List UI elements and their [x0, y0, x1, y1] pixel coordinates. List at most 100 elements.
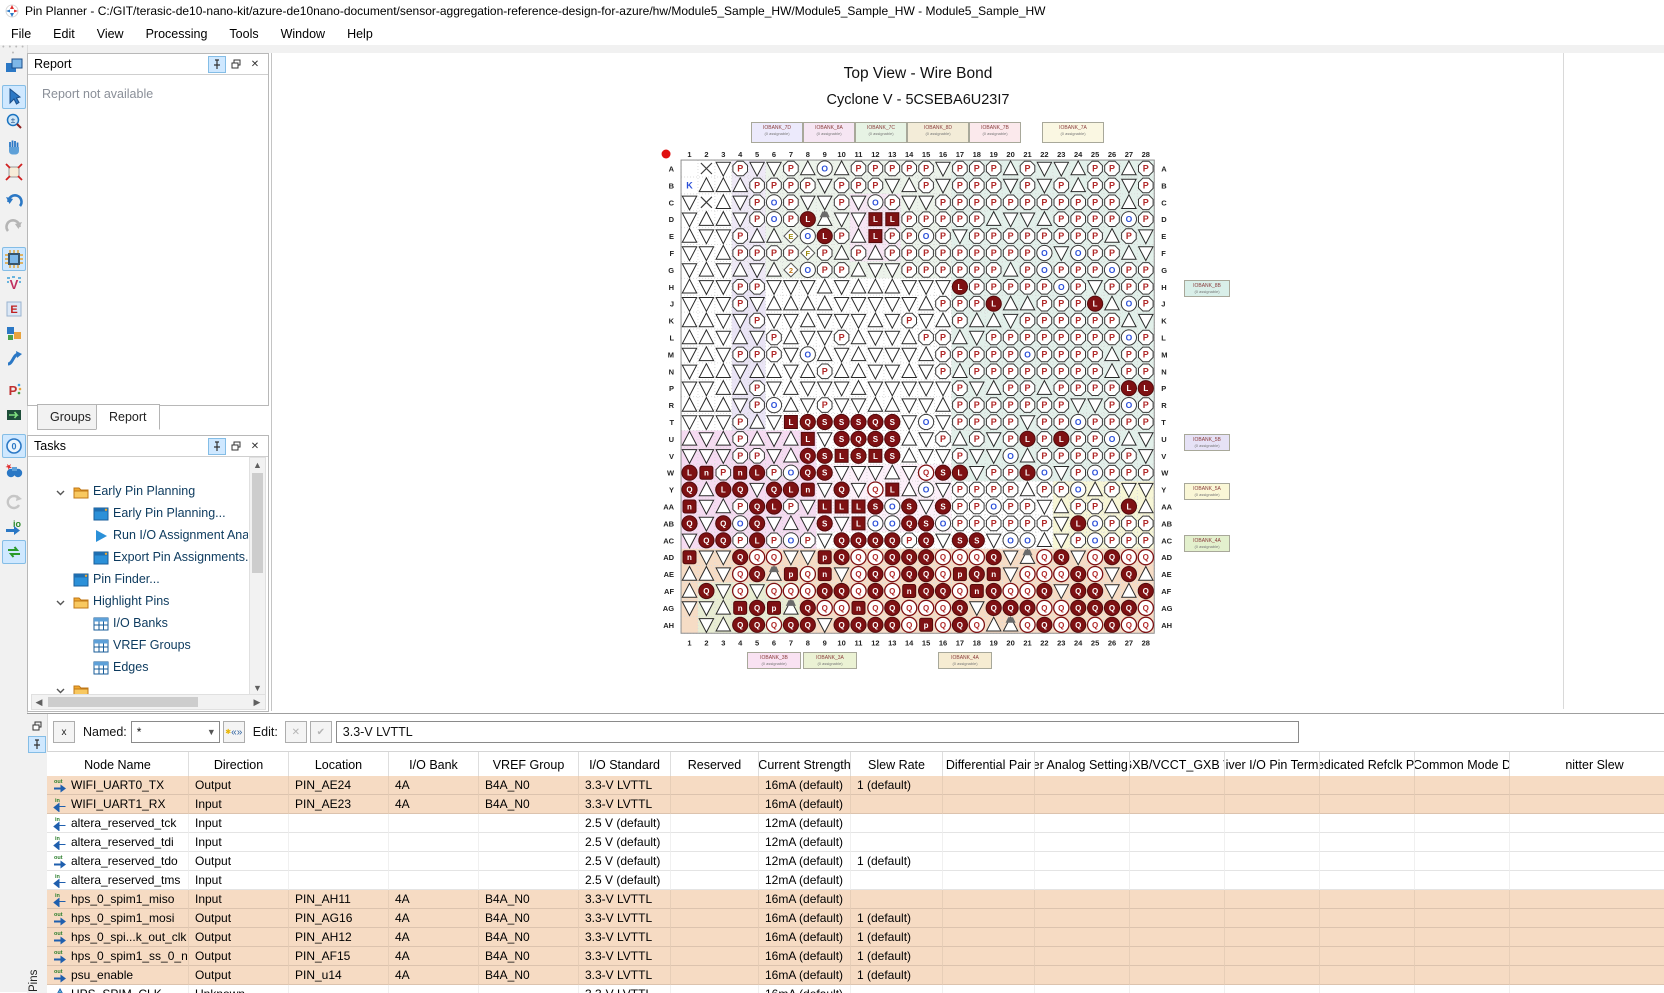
pin-icon[interactable]	[28, 736, 46, 753]
svg-text:P: P	[1075, 366, 1081, 376]
float-icon[interactable]	[28, 717, 46, 734]
task-item-vref-groups[interactable]: VREF Groups	[28, 635, 248, 657]
svg-text:AD: AD	[1161, 553, 1172, 562]
pin-row-hps-0-spim1-mosi[interactable]: outhps_0_spim1_mosiOutputPIN_AG164AB4A_N…	[47, 909, 1664, 928]
menu-help[interactable]: Help	[336, 24, 384, 44]
float-icon[interactable]	[227, 438, 245, 455]
close-icon[interactable]: x	[53, 721, 75, 743]
svg-text:P: P	[991, 468, 997, 478]
menu-tools[interactable]: Tools	[218, 24, 269, 44]
column-header-edicated-refclk-pi[interactable]: edicated Refclk Pi	[1320, 752, 1415, 777]
close-icon[interactable]: ✕	[246, 438, 264, 455]
refresh-icon[interactable]	[2, 490, 26, 514]
cell	[1415, 852, 1510, 871]
chevron-down-icon[interactable]	[56, 598, 65, 607]
pin-row-hps-0-spi-k-out-clk[interactable]: outhps_0_spi...k_out_clkOutputPIN_AH124A…	[47, 928, 1664, 947]
column-header-current-strength[interactable]: Current Strength	[759, 752, 851, 777]
task-item-pin-finder[interactable]: Pin Finder...	[28, 569, 248, 591]
undo-icon[interactable]	[2, 191, 26, 215]
svg-text:P: P	[1126, 282, 1132, 292]
node-finder-button[interactable]: ✱«»	[223, 721, 245, 743]
column-header-i-o-bank[interactable]: I/O Bank	[389, 752, 479, 777]
pin-row-altera-reserved-tms[interactable]: inaltera_reserved_tmsInput2.5 V (default…	[47, 871, 1664, 890]
pin-row-altera-reserved-tck[interactable]: inaltera_reserved_tckInput2.5 V (default…	[47, 814, 1664, 833]
edit-accept-icon[interactable]: ✔	[310, 721, 332, 743]
column-header-er-analog-setting-[interactable]: er Analog Setting:	[1035, 752, 1130, 777]
task-item-i-o-banks[interactable]: I/O Banks	[28, 613, 248, 635]
task-item-run-i-o-assignment-analysi[interactable]: Run I/O Assignment Analysi	[28, 525, 248, 547]
column-header-slew-rate[interactable]: Slew Rate	[851, 752, 943, 777]
menu-file[interactable]: File	[0, 24, 42, 44]
properties-icon[interactable]: P	[2, 378, 26, 402]
pin-migration-icon[interactable]: V	[2, 272, 26, 296]
svg-text:6: 6	[772, 150, 776, 159]
node-name-cell: inaltera_reserved_tdi	[47, 833, 189, 852]
column-header-iver-i-o-pin-term[interactable]: iver I/O Pin Term	[1225, 752, 1320, 777]
package-pin-grid[interactable]: 1122334455667788991010111112121313141415…	[272, 53, 1662, 709]
menu-edit[interactable]: Edit	[42, 24, 86, 44]
column-header-location[interactable]: Location	[289, 752, 389, 777]
rotate-view-icon[interactable]	[2, 347, 26, 371]
menu-window[interactable]: Window	[270, 24, 336, 44]
column-header-nitter-slew[interactable]: nitter Slew	[1510, 752, 1664, 777]
tasks-vscrollbar[interactable]: ▲ ▼	[249, 457, 266, 696]
svg-text:Q: Q	[940, 621, 946, 630]
io-assignment-icon[interactable]: io	[2, 515, 26, 539]
edit-cancel-icon[interactable]: ✕	[285, 721, 307, 743]
pin-row-hps-0-spim1-miso[interactable]: inhps_0_spim1_misoInputPIN_AH114AB4A_N03…	[47, 890, 1664, 909]
report-icon[interactable]: E	[2, 297, 26, 321]
tasks-hscrollbar[interactable]: ◀ ▶	[31, 694, 266, 710]
task-item-early-pin-planning[interactable]: Early Pin Planning...	[28, 503, 248, 525]
info-icon[interactable]: 0	[2, 434, 26, 458]
task-item[interactable]	[28, 679, 248, 694]
pins-table-header[interactable]: Node NameDirectionLocationI/O BankVREF G…	[47, 751, 1664, 778]
column-header-direction[interactable]: Direction	[189, 752, 289, 777]
package-view-icon[interactable]	[2, 247, 26, 271]
pin-row-wifi-uart1-rx[interactable]: inWIFI_UART1_RXInputPIN_AE234AB4A_N03.3-…	[47, 795, 1664, 814]
pin-row-altera-reserved-tdo[interactable]: outaltera_reserved_tdoOutput2.5 V (defau…	[47, 852, 1664, 871]
cell: 1 (default)	[851, 909, 943, 928]
pins-table-body[interactable]: outWIFI_UART0_TXOutputPIN_AE244AB4A_N03.…	[47, 776, 1664, 993]
pin-row-hps-0-spim1-ss-0-n[interactable]: outhps_0_spim1_ss_0_nOutputPIN_AF154AB4A…	[47, 947, 1664, 966]
bga-view-icon[interactable]	[2, 322, 26, 346]
assignment-icon[interactable]	[2, 403, 26, 427]
cascade-windows-icon[interactable]	[2, 54, 26, 78]
swap-icon[interactable]	[2, 540, 26, 564]
pin-row-psu-enable[interactable]: outpsu_enableOutputPIN_u144AB4A_N03.3-V …	[47, 966, 1664, 985]
task-item-export-pin-assignments[interactable]: Export Pin Assignments...	[28, 547, 248, 569]
svg-text:P: P	[889, 231, 895, 241]
pan-tool-icon[interactable]	[2, 135, 26, 159]
pin-icon[interactable]	[208, 438, 226, 455]
column-header-common-mode-d[interactable]: Common Mode D	[1415, 752, 1510, 777]
fit-selection-icon[interactable]	[2, 160, 26, 184]
menu-processing[interactable]: Processing	[135, 24, 219, 44]
cell: PIN_u14	[289, 966, 389, 985]
redo-icon[interactable]	[2, 216, 26, 240]
zoom-tool-icon[interactable]: ±	[2, 110, 26, 134]
tab-groups[interactable]: Groups	[37, 404, 104, 430]
column-header-node-name[interactable]: Node Name	[47, 752, 189, 777]
chevron-down-icon[interactable]	[56, 488, 65, 497]
find-icon[interactable]	[2, 459, 26, 483]
named-filter-select[interactable]: *▼	[131, 721, 220, 743]
column-header-i-o-standard[interactable]: I/O Standard	[579, 752, 671, 777]
column-header-vref-group[interactable]: VREF Group	[479, 752, 579, 777]
column-header-differential-pair[interactable]: Differential Pair	[943, 752, 1035, 777]
task-item-edges[interactable]: Edges	[28, 657, 248, 679]
select-cursor-icon[interactable]	[2, 85, 26, 109]
pin-row-wifi-uart0-tx[interactable]: outWIFI_UART0_TXOutputPIN_AE244AB4A_N03.…	[47, 776, 1664, 795]
svg-text:L: L	[873, 215, 878, 224]
svg-text:O: O	[771, 400, 778, 410]
menu-view[interactable]: View	[86, 24, 135, 44]
column-header-reserved[interactable]: Reserved	[671, 752, 759, 777]
pins-tab-label[interactable]: Pins	[28, 914, 46, 992]
task-item-early-pin-planning[interactable]: Early Pin Planning	[28, 481, 248, 503]
edit-value-field[interactable]: 3.3-V LVTTL	[336, 721, 1299, 743]
chevron-down-icon[interactable]	[56, 686, 65, 695]
task-item-highlight-pins[interactable]: Highlight Pins	[28, 591, 248, 613]
package-view-pane[interactable]: Top View - Wire Bond Cyclone V - 5CSEBA6…	[271, 53, 1664, 711]
tab-report[interactable]: Report	[96, 404, 160, 430]
pin-row-altera-reserved-tdi[interactable]: inaltera_reserved_tdiInput2.5 V (default…	[47, 833, 1664, 852]
column-header-gxb-vcct-gxb-v[interactable]: GXB/VCCT_GXB V	[1130, 752, 1225, 777]
svg-text:Q: Q	[1109, 604, 1115, 613]
